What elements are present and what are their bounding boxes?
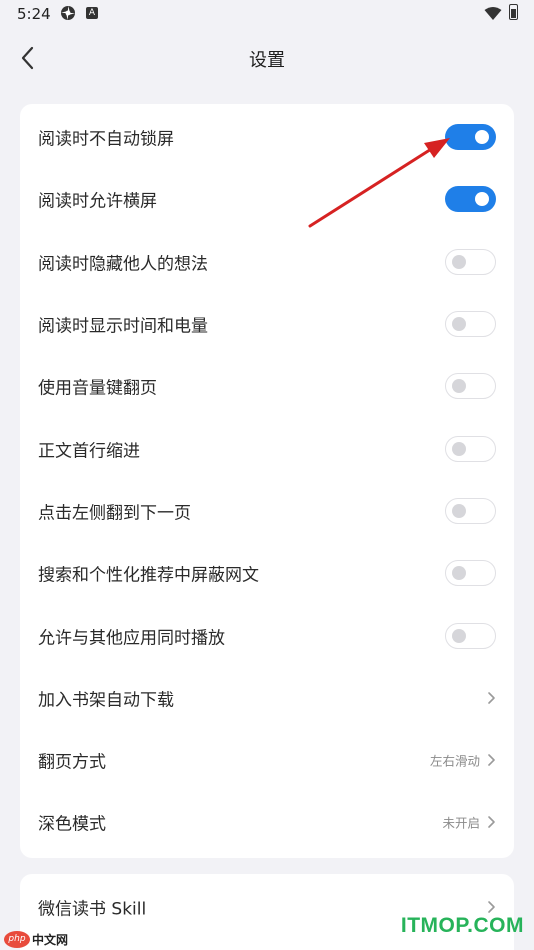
toggle-knob (452, 503, 466, 518)
app-a-icon: A (86, 7, 98, 19)
toggle-switch[interactable] (445, 373, 496, 400)
toggle-switch[interactable] (445, 560, 496, 587)
toggle-switch[interactable] (445, 311, 496, 338)
setting-toggle-row[interactable]: 搜索和个性化推荐中屏蔽网文 (20, 542, 514, 604)
toggle-switch[interactable] (445, 435, 496, 462)
php-logo: php (4, 930, 30, 948)
setting-toggle-row[interactable]: 阅读时显示时间和电量 (20, 293, 514, 355)
setting-value: 左右滑动 (429, 753, 480, 769)
toggle-switch[interactable] (445, 622, 496, 649)
toggle-switch[interactable] (445, 248, 496, 275)
toggle-knob (452, 628, 466, 643)
watermark-php: php 中文网 (4, 930, 68, 948)
page-title: 设置 (249, 50, 285, 71)
watermark-itmop: ITMOP.COM (400, 914, 524, 937)
setting-label: 阅读时隐藏他人的想法 (38, 254, 208, 275)
setting-label: 阅读时允许横屏 (38, 191, 157, 212)
chevron-right-icon (488, 901, 495, 913)
setting-label: 阅读时不自动锁屏 (38, 129, 174, 150)
setting-toggle-row[interactable]: 点击左侧翻到下一页 (20, 480, 514, 542)
more-settings-card: 微信读书 Skill (20, 874, 514, 950)
setting-toggle-row[interactable]: 阅读时隐藏他人的想法 (20, 231, 514, 293)
toggle-knob (452, 441, 466, 456)
settings-card: 阅读时不自动锁屏 阅读时允许横屏阅读时隐藏他人的想法 阅读时显示时间和电量 使用音量键… (20, 104, 514, 858)
toggle-knob (452, 317, 466, 332)
setting-label: 搜索和个性化推荐中屏蔽网文 (38, 565, 259, 586)
setting-label: 点击左侧翻到下一页 (38, 503, 191, 524)
setting-link-row[interactable]: 加入书架自动下载 (20, 667, 514, 729)
setting-toggle-row[interactable]: 正文首行缩进 (20, 417, 514, 479)
setting-link-row[interactable]: 深色模式 未开启 (20, 791, 514, 853)
setting-value: 未开启 (442, 815, 480, 831)
toggle-switch[interactable] (445, 186, 496, 213)
status-bar: 5:24 A (0, 0, 534, 28)
setting-label: 深色模式 (38, 814, 106, 835)
setting-label: 微信读书 Skill (38, 899, 147, 920)
setting-label: 正文首行缩进 (38, 441, 140, 462)
setting-toggle-row[interactable]: 阅读时允许横屏 (20, 168, 514, 230)
setting-label: 阅读时显示时间和电量 (38, 316, 208, 337)
toggle-switch[interactable] (445, 124, 496, 151)
toggle-knob (452, 254, 466, 269)
wifi-icon (484, 6, 502, 25)
setting-label: 使用音量键翻页 (38, 378, 157, 399)
nav-bar: 设置 (0, 30, 534, 86)
chevron-right-icon (488, 816, 495, 829)
toggle-switch[interactable] (445, 497, 496, 524)
toggle-knob (452, 566, 466, 581)
setting-label: 加入书架自动下载 (38, 690, 174, 711)
setting-toggle-row[interactable]: 阅读时不自动锁屏 (20, 106, 514, 168)
sync-icon (60, 5, 76, 25)
battery-icon (509, 4, 518, 20)
setting-toggle-row[interactable]: 使用音量键翻页 (20, 355, 514, 417)
toggle-knob (475, 130, 489, 145)
status-time: 5:24 (17, 5, 51, 23)
chevron-right-icon (488, 692, 495, 704)
setting-label: 允许与其他应用同时播放 (38, 628, 225, 649)
toggle-knob (475, 192, 489, 207)
setting-toggle-row[interactable]: 允许与其他应用同时播放 (20, 604, 514, 666)
setting-label: 翻页方式 (38, 752, 106, 773)
setting-link-row[interactable]: 翻页方式 左右滑动 (20, 729, 514, 791)
watermark-php-text: 中文网 (32, 932, 69, 947)
chevron-right-icon (488, 754, 495, 766)
toggle-knob (452, 379, 466, 394)
